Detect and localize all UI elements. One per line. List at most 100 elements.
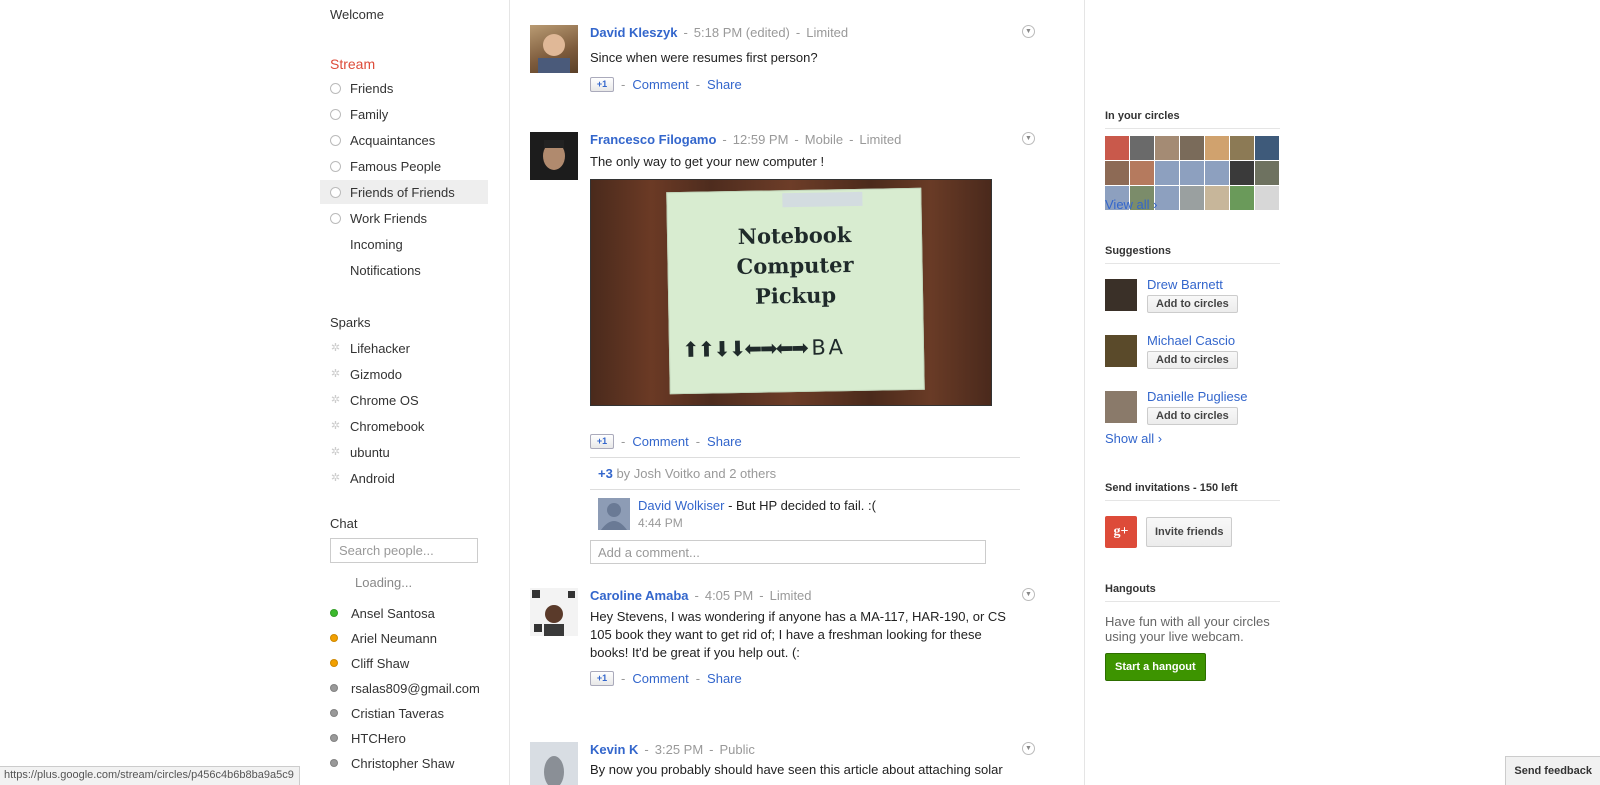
post-actions: +1- Comment - Share — [590, 434, 1020, 449]
post-time[interactable]: 5:18 PM (edited) — [694, 25, 790, 40]
circle-person-avatar[interactable] — [1255, 136, 1279, 160]
plus-one-button[interactable]: +1 — [590, 434, 614, 449]
add-to-circles-button[interactable]: Add to circles — [1147, 351, 1238, 369]
share-link[interactable]: Share — [707, 434, 742, 449]
spark-item-gizmodo[interactable]: ✲ Gizmodo — [320, 362, 488, 386]
circle-item-friends[interactable]: Friends — [320, 76, 488, 100]
author-name[interactable]: Caroline Amaba — [590, 588, 689, 603]
circle-person-avatar[interactable] — [1105, 136, 1129, 160]
sparks-heading[interactable]: Sparks — [330, 315, 370, 330]
post-visibility[interactable]: Limited — [859, 132, 901, 147]
circle-person-avatar[interactable] — [1205, 136, 1229, 160]
comment-link[interactable]: Comment — [632, 671, 688, 686]
plus-one-button[interactable]: +1 — [590, 77, 614, 92]
comment-link[interactable]: Comment — [632, 77, 688, 92]
plus-one-button[interactable]: +1 — [590, 671, 614, 686]
circle-person-avatar[interactable] — [1255, 186, 1279, 210]
add-to-circles-button[interactable]: Add to circles — [1147, 407, 1238, 425]
post-visibility[interactable]: Public — [720, 742, 755, 757]
spark-item-chrome-os[interactable]: ✲ Chrome OS — [320, 388, 488, 412]
commenter-avatar[interactable] — [598, 498, 630, 530]
share-link[interactable]: Share — [707, 77, 742, 92]
circle-person-avatar[interactable] — [1205, 186, 1229, 210]
invite-friends-button[interactable]: Invite friends — [1146, 517, 1233, 547]
comment-link[interactable]: Comment — [632, 434, 688, 449]
circle-person-avatar[interactable] — [1130, 161, 1154, 185]
offline-status-icon — [330, 759, 338, 767]
stream-link[interactable]: Stream — [330, 56, 375, 72]
circle-item-family[interactable]: Family — [320, 102, 488, 126]
circle-person-avatar[interactable] — [1105, 161, 1129, 185]
chat-contact[interactable]: Ansel Santosa — [330, 602, 485, 624]
suggestion-name[interactable]: Michael Cascio — [1147, 333, 1235, 348]
welcome-link[interactable]: Welcome — [330, 7, 384, 22]
post-actions: +1- Comment - Share — [590, 77, 1020, 92]
circle-person-avatar[interactable] — [1230, 136, 1254, 160]
chat-contact[interactable]: Ariel Neumann — [330, 627, 485, 649]
add-to-circles-button[interactable]: Add to circles — [1147, 295, 1238, 313]
post-time[interactable]: 12:59 PM — [733, 132, 789, 147]
author-avatar[interactable] — [530, 588, 578, 636]
circle-person-avatar[interactable] — [1155, 161, 1179, 185]
circle-person-avatar[interactable] — [1230, 161, 1254, 185]
post-menu-chevron-icon[interactable]: ▼ — [1022, 588, 1035, 601]
spark-item-lifehacker[interactable]: ✲ Lifehacker — [320, 336, 488, 360]
chat-contact[interactable]: Cristian Taveras — [330, 702, 485, 724]
suggestion-avatar[interactable] — [1105, 335, 1137, 367]
author-avatar[interactable] — [530, 742, 578, 785]
author-avatar[interactable] — [530, 25, 578, 73]
share-link[interactable]: Share — [707, 671, 742, 686]
post-via[interactable]: Mobile — [805, 132, 843, 147]
spark-item-chromebook[interactable]: ✲ Chromebook — [320, 414, 488, 438]
chat-search-input[interactable] — [330, 538, 478, 563]
circle-item-friends-of-friends[interactable]: Friends of Friends — [320, 180, 488, 204]
author-name[interactable]: Francesco Filogamo — [590, 132, 716, 147]
circle-person-avatar[interactable] — [1180, 186, 1204, 210]
author-name[interactable]: David Kleszyk — [590, 25, 677, 40]
circle-person-avatar[interactable] — [1255, 161, 1279, 185]
commenter-name[interactable]: David Wolkiser — [638, 498, 724, 513]
show-all-link[interactable]: Show all › — [1105, 431, 1162, 446]
circle-person-avatar[interactable] — [1205, 161, 1229, 185]
chat-contact[interactable]: Christopher Shaw — [330, 752, 485, 774]
view-all-link[interactable]: View all › — [1105, 197, 1158, 212]
post-time[interactable]: 4:05 PM — [705, 588, 753, 603]
send-feedback-button[interactable]: Send feedback — [1505, 756, 1600, 785]
left-navigation: Welcome Stream Friends Family Acquaintan… — [320, 0, 510, 785]
circle-item-work-friends[interactable]: Work Friends — [320, 206, 488, 230]
post-photo[interactable]: Notebook Computer Pickup ⬆⬆⬇⬇⬅➡⬅➡ B A — [590, 179, 992, 406]
circle-person-avatar[interactable] — [1180, 136, 1204, 160]
incoming-link[interactable]: Incoming — [320, 232, 488, 256]
circle-item-famous-people[interactable]: Famous People — [320, 154, 488, 178]
post-time[interactable]: 3:25 PM — [655, 742, 703, 757]
post: Kevin K -3:25 PM - Public By now you probab… — [530, 742, 1070, 785]
comment-time[interactable]: 4:44 PM — [638, 516, 1020, 530]
notifications-link[interactable]: Notifications — [320, 258, 488, 282]
post-menu-chevron-icon[interactable]: ▼ — [1022, 25, 1035, 38]
add-comment-input[interactable] — [590, 540, 986, 564]
avatar-image — [538, 34, 570, 73]
plus-one-summary[interactable]: +3 by Josh Voitko and 2 others — [590, 458, 1020, 490]
chat-contact[interactable]: HTCHero — [330, 727, 485, 749]
chat-contact[interactable]: Cliff Shaw — [330, 652, 485, 674]
post-menu-chevron-icon[interactable]: ▼ — [1022, 132, 1035, 145]
suggestion-name[interactable]: Danielle Pugliese — [1147, 389, 1247, 404]
circle-person-avatar[interactable] — [1155, 136, 1179, 160]
circle-item-acquaintances[interactable]: Acquaintances — [320, 128, 488, 152]
suggestion-avatar[interactable] — [1105, 279, 1137, 311]
author-avatar[interactable] — [530, 132, 578, 180]
author-name[interactable]: Kevin K — [590, 742, 638, 757]
circle-person-avatar[interactable] — [1155, 186, 1179, 210]
suggestion-name[interactable]: Drew Barnett — [1147, 277, 1223, 292]
circle-person-avatar[interactable] — [1230, 186, 1254, 210]
start-hangout-button[interactable]: Start a hangout — [1105, 653, 1206, 681]
circle-person-avatar[interactable] — [1130, 136, 1154, 160]
chat-contact[interactable]: rsalas809@gmail.com — [330, 677, 485, 699]
circle-person-avatar[interactable] — [1180, 161, 1204, 185]
spark-item-android[interactable]: ✲ Android — [320, 466, 488, 490]
post-visibility[interactable]: Limited — [806, 25, 848, 40]
suggestion-avatar[interactable] — [1105, 391, 1137, 423]
spark-item-ubuntu[interactable]: ✲ ubuntu — [320, 440, 488, 464]
post-menu-chevron-icon[interactable]: ▼ — [1022, 742, 1035, 755]
post-visibility[interactable]: Limited — [770, 588, 812, 603]
